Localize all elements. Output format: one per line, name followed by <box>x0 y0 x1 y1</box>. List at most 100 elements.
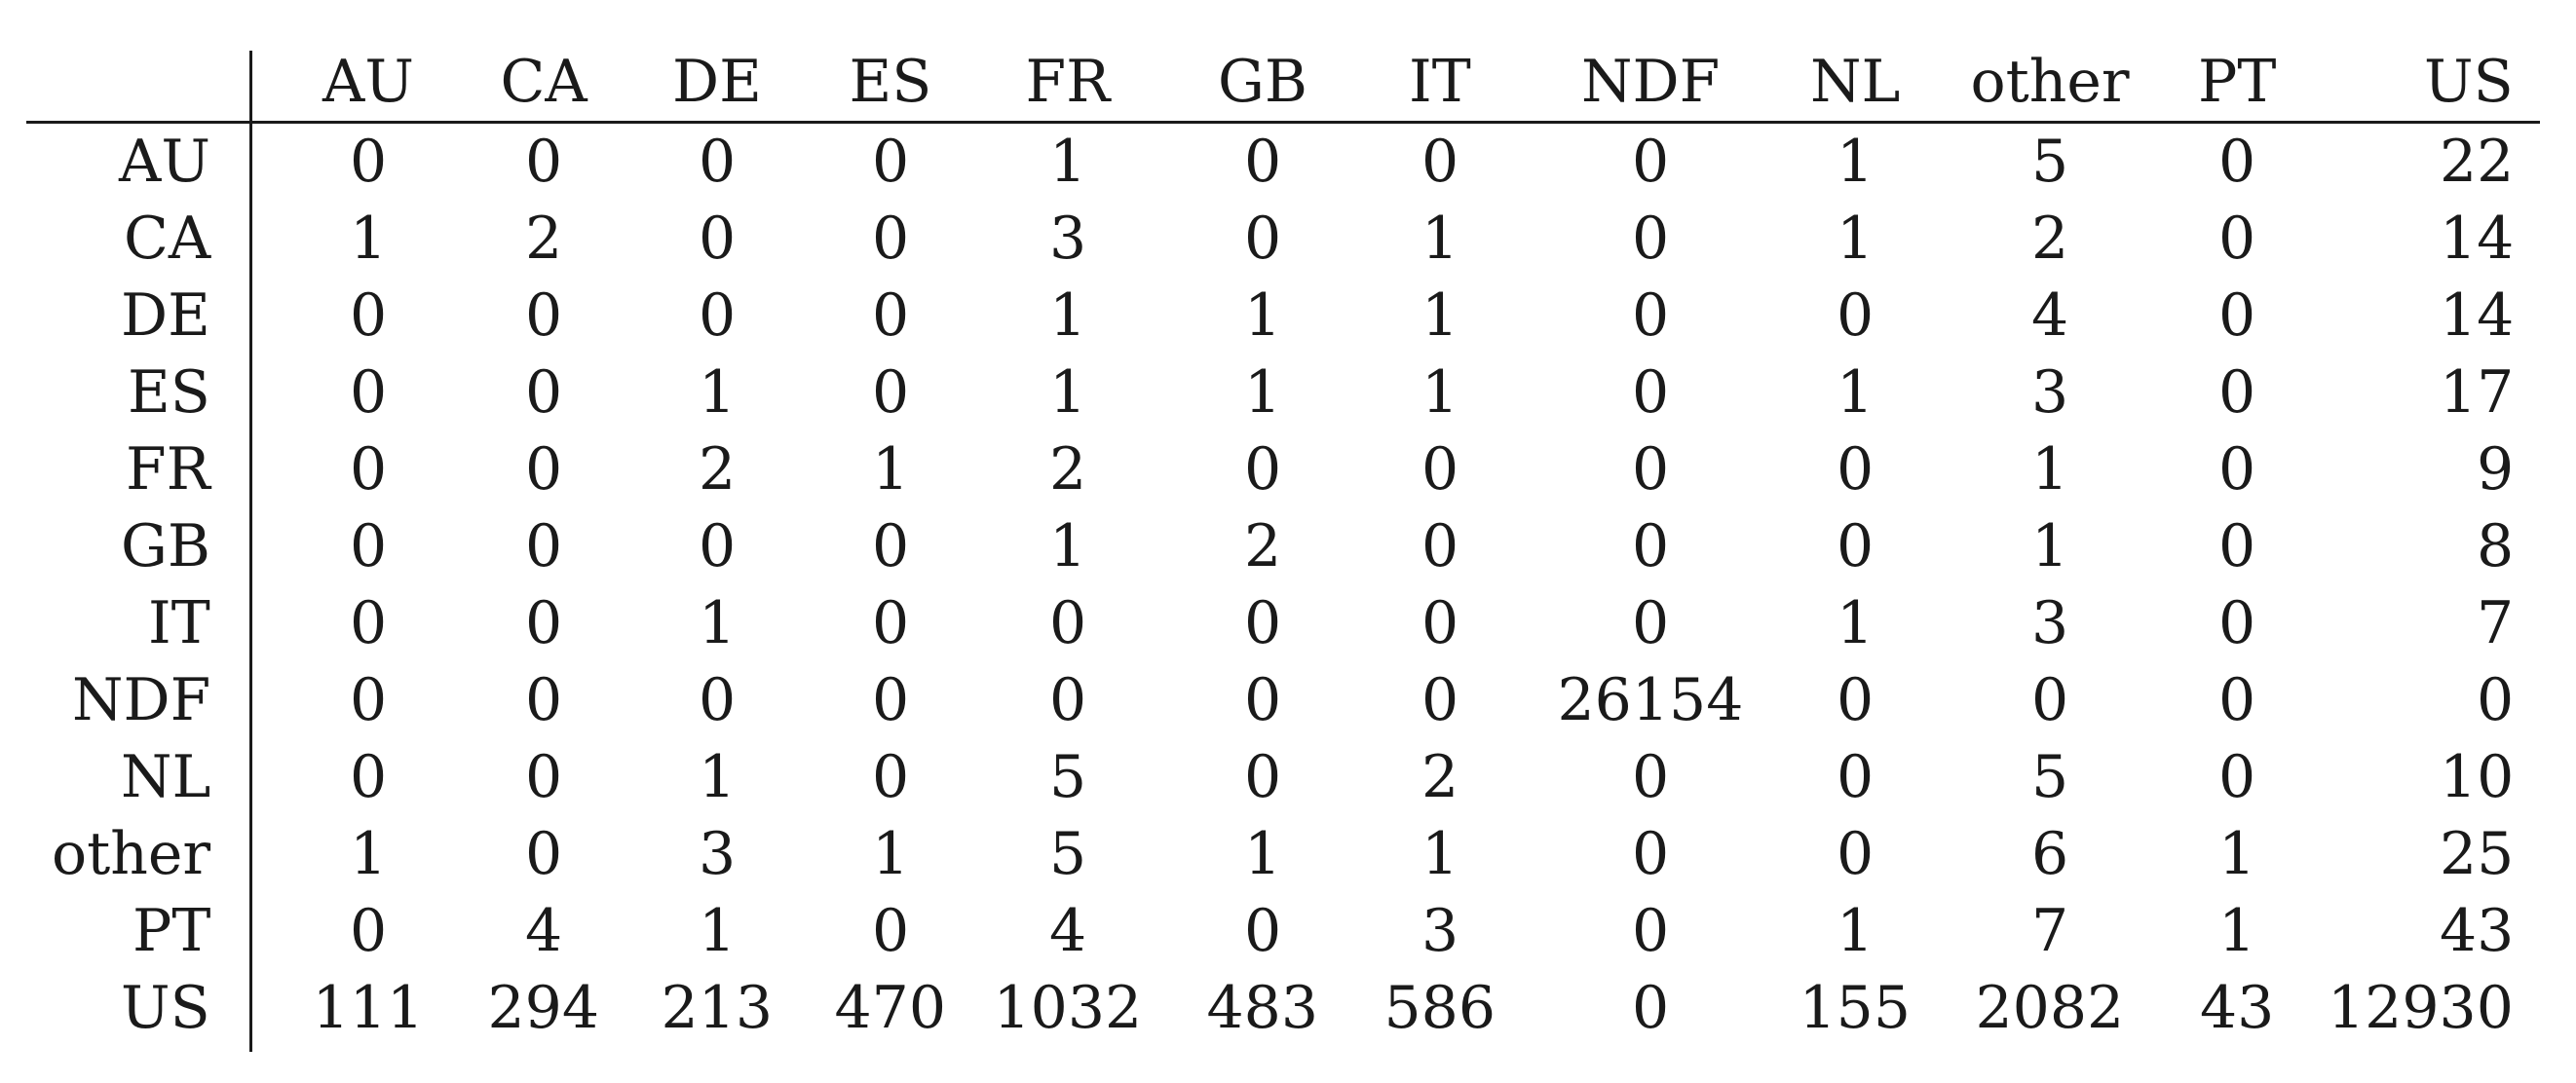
column-header-gb: GB <box>1218 48 1308 116</box>
table-cell: 0 <box>525 512 563 580</box>
table-cell: 0 <box>872 589 910 657</box>
table-cell: 1 <box>1049 512 1087 580</box>
table-cell: 1 <box>1244 358 1282 427</box>
table-cell: 0 <box>350 435 388 504</box>
table-cell: 2082 <box>1975 974 2125 1042</box>
table-cell: 0 <box>350 897 388 965</box>
table-cell: 586 <box>1383 974 1496 1042</box>
table-cell: 1 <box>699 897 737 965</box>
table-cell: 0 <box>1421 128 1459 196</box>
table-cell: 0 <box>525 743 563 811</box>
table-cell: 7 <box>2031 897 2069 965</box>
table-cell: 0 <box>350 358 388 427</box>
table-cell: 0 <box>872 128 910 196</box>
table-cell: 14 <box>2440 281 2515 350</box>
table-cell: 0 <box>525 589 563 657</box>
table-cell: 1 <box>699 743 737 811</box>
table-cell: 0 <box>2218 589 2256 657</box>
table-cell: 0 <box>1244 743 1282 811</box>
table-cell: 0 <box>1632 512 1670 580</box>
table-cell: 2 <box>2031 205 2069 273</box>
table-cell: 4 <box>525 897 563 965</box>
row-header-ndf: NDF <box>72 666 211 734</box>
table-cell: 3 <box>699 820 737 888</box>
table-cell: 1 <box>1837 897 1875 965</box>
table-cell: 0 <box>350 128 388 196</box>
table-cell: 2 <box>1244 512 1282 580</box>
table-cell: 0 <box>2477 666 2515 734</box>
table-cell: 0 <box>1837 666 1875 734</box>
column-header-nl: NL <box>1810 48 1901 116</box>
table-cell: 1 <box>1244 820 1282 888</box>
table-cell: 1032 <box>993 974 1143 1042</box>
table-cell: 0 <box>699 128 737 196</box>
table-cell: 0 <box>2218 205 2256 273</box>
table-cell: 2 <box>1421 743 1459 811</box>
table-cell: 0 <box>872 281 910 350</box>
table-cell: 0 <box>1244 897 1282 965</box>
table-cell: 0 <box>1421 589 1459 657</box>
table-cell: 2 <box>699 435 737 504</box>
table-cell: 5 <box>2031 128 2069 196</box>
table-cell: 0 <box>1421 666 1459 734</box>
table-cell: 0 <box>525 666 563 734</box>
table-cell: 1 <box>2031 435 2069 504</box>
table-cell: 5 <box>1049 820 1087 888</box>
table-cell: 0 <box>2218 281 2256 350</box>
table-cell: 4 <box>2031 281 2069 350</box>
table-cell: 1 <box>1421 358 1459 427</box>
table-cell: 0 <box>872 358 910 427</box>
table-cell: 1 <box>872 820 910 888</box>
table-cell: 0 <box>872 512 910 580</box>
table-cell: 0 <box>1632 589 1670 657</box>
column-header-it: IT <box>1409 48 1471 116</box>
column-header-ca: CA <box>500 48 587 116</box>
table-cell: 0 <box>2218 743 2256 811</box>
table-cell: 470 <box>834 974 947 1042</box>
table-cell: 0 <box>1049 666 1087 734</box>
table-cell: 0 <box>699 666 737 734</box>
table-cell: 0 <box>525 128 563 196</box>
table-cell: 0 <box>2218 358 2256 427</box>
table-cell: 0 <box>1632 743 1670 811</box>
table-cell: 0 <box>699 205 737 273</box>
table-cell: 26154 <box>1557 666 1744 734</box>
table-cell: 0 <box>1421 435 1459 504</box>
confusion-matrix-table: AU CA DE ES FR GB IT NDF NL other PT US AU 0 0 0 0 1 0 0 0 1 5… <box>0 0 2576 1083</box>
table-cell: 1 <box>350 205 388 273</box>
table-cell: 0 <box>1632 897 1670 965</box>
table-cell: 0 <box>699 512 737 580</box>
table-cell: 14 <box>2440 205 2515 273</box>
table-cell: 9 <box>2477 435 2515 504</box>
table-cell: 0 <box>525 820 563 888</box>
table-cell: 0 <box>1632 128 1670 196</box>
row-header-ca: CA <box>124 205 211 273</box>
row-header-us: US <box>121 974 210 1042</box>
table-cell: 1 <box>1049 358 1087 427</box>
table-cell: 17 <box>2440 358 2515 427</box>
table-cell: 6 <box>2031 820 2069 888</box>
table-cell: 0 <box>1244 128 1282 196</box>
table-cell: 43 <box>2200 974 2275 1042</box>
row-header-nl: NL <box>121 743 211 811</box>
table-cell: 0 <box>350 281 388 350</box>
table-cell: 0 <box>1632 205 1670 273</box>
table-cell: 0 <box>1632 281 1670 350</box>
column-header-us: US <box>2424 48 2514 116</box>
column-header-es: ES <box>849 48 932 116</box>
table-cell: 43 <box>2440 897 2515 965</box>
table-cell: 111 <box>312 974 425 1042</box>
table-cell: 5 <box>2031 743 2069 811</box>
table-cell: 2 <box>1049 435 1087 504</box>
table-cell: 1 <box>699 589 737 657</box>
table-cell: 1 <box>1049 281 1087 350</box>
row-header-pt: PT <box>133 897 211 965</box>
table-cell: 10 <box>2440 743 2515 811</box>
table-cell: 0 <box>525 435 563 504</box>
table-cell: 1 <box>1421 820 1459 888</box>
table-cell: 0 <box>2218 435 2256 504</box>
table-cell: 0 <box>1632 820 1670 888</box>
table-cell: 0 <box>699 281 737 350</box>
table-cell: 0 <box>1837 743 1875 811</box>
table-cell: 1 <box>2218 897 2256 965</box>
